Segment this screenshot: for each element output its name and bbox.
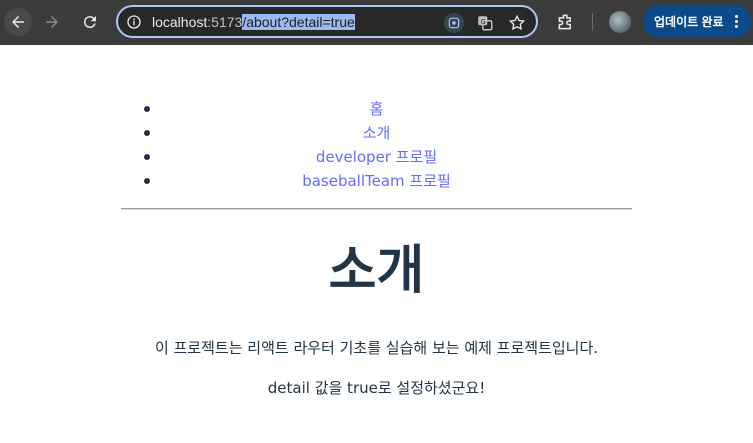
- update-complete-button[interactable]: 업데이트 완료: [643, 5, 751, 38]
- url-text[interactable]: localhost:5173/about?detail=true: [152, 13, 355, 31]
- star-icon[interactable]: [507, 13, 527, 33]
- address-bar[interactable]: localhost:5173/about?detail=true G: [116, 5, 538, 38]
- page-title: 소개: [328, 241, 425, 301]
- nav-link-home[interactable]: 홈: [370, 100, 384, 118]
- back-arrow-icon: [12, 16, 24, 28]
- forward-arrow-icon: [46, 16, 58, 28]
- info-icon[interactable]: [126, 14, 142, 30]
- nav-link-baseballteam-profile[interactable]: baseballTeam 프로필: [302, 172, 451, 190]
- reload-icon: [83, 16, 96, 29]
- kebab-menu-icon[interactable]: [735, 15, 739, 29]
- svg-text:G: G: [481, 18, 486, 26]
- lens-icon[interactable]: [444, 13, 464, 33]
- update-button-label: 업데이트 완료: [654, 15, 724, 29]
- translate-icon[interactable]: G: [475, 13, 495, 33]
- page-content: 홈 소개 developer 프로필 baseballTeam 프로필 소개 이…: [0, 45, 753, 443]
- back-button[interactable]: [4, 8, 32, 36]
- nav-item-about: 소개: [121, 121, 632, 145]
- browser-toolbar: localhost:5173/about?detail=true G 업데이트 …: [0, 0, 753, 45]
- reload-button[interactable]: [76, 8, 104, 36]
- extensions-icon[interactable]: [556, 12, 576, 32]
- horizontal-divider: [121, 208, 632, 210]
- toolbar-separator: [592, 13, 593, 31]
- page-description: 이 프로젝트는 리액트 라우터 기초를 실습해 보는 예제 프로젝트입니다.: [154, 339, 599, 357]
- main-nav: 홈 소개 developer 프로필 baseballTeam 프로필: [121, 97, 632, 193]
- nav-item-baseballteam: baseballTeam 프로필: [121, 169, 632, 193]
- detail-message: detail 값을 true로 설정하셨군요!: [267, 379, 486, 397]
- nav-link-developer-profile[interactable]: developer 프로필: [316, 148, 437, 166]
- url-host: localhost: [152, 14, 208, 30]
- url-path-selected: /about?detail=true: [242, 14, 355, 30]
- forward-button[interactable]: [38, 8, 66, 36]
- url-port: :5173: [207, 14, 243, 30]
- nav-item-developer: developer 프로필: [121, 145, 632, 169]
- nav-item-home: 홈: [121, 97, 632, 121]
- avatar[interactable]: [609, 11, 631, 33]
- nav-link-about[interactable]: 소개: [363, 124, 391, 142]
